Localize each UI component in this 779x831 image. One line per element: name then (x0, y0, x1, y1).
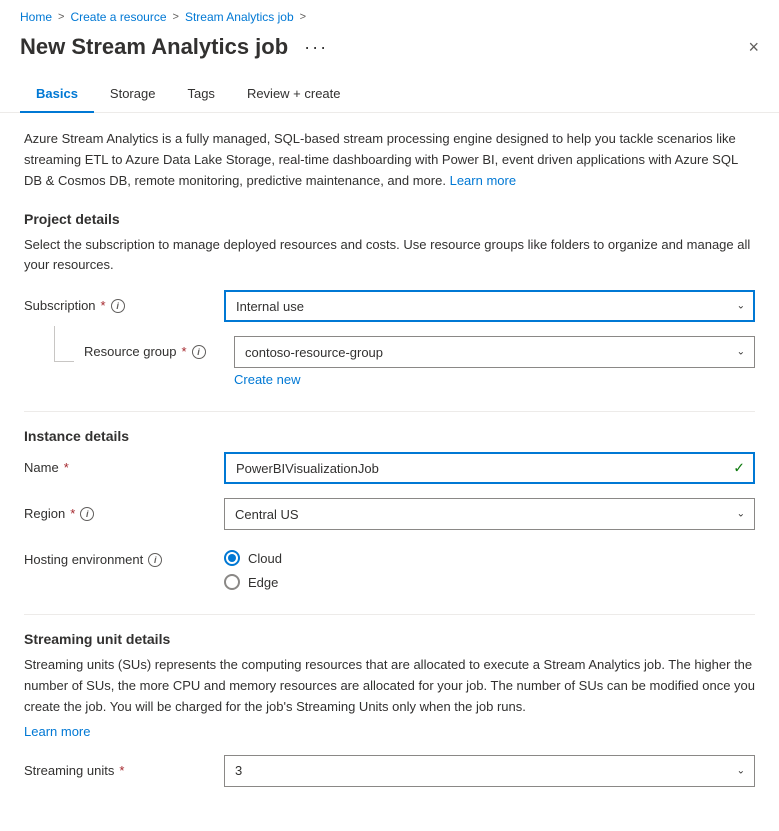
region-control: Central US East US West US West Europe ⌄ (224, 498, 755, 530)
resource-group-label-col: Resource group * i (84, 336, 234, 359)
hosting-edge-radio[interactable] (224, 574, 240, 590)
hosting-field-row: Hosting environment i Cloud Edge (24, 544, 755, 590)
breadcrumb-home[interactable]: Home (20, 10, 52, 24)
breadcrumb: Home > Create a resource > Stream Analyt… (0, 0, 779, 30)
project-details-section: Project details Select the subscription … (24, 211, 755, 387)
project-details-title: Project details (24, 211, 755, 227)
streaming-units-select-wrapper: 1 3 6 12 18 24 30 36 ⌄ (224, 755, 755, 787)
region-select-wrapper: Central US East US West US West Europe ⌄ (224, 498, 755, 530)
hosting-cloud-option[interactable]: Cloud (224, 550, 755, 566)
name-check-icon: ✓ (733, 460, 745, 477)
streaming-units-desc1: Streaming units (SUs) represents the com… (24, 655, 755, 717)
streaming-units-field-row: Streaming units * 1 3 6 12 18 24 30 36 (24, 755, 755, 787)
create-new-link[interactable]: Create new (234, 372, 300, 387)
name-required: * (64, 460, 69, 475)
hosting-edge-option[interactable]: Edge (224, 574, 755, 590)
subscription-label: Subscription * i (24, 298, 224, 313)
resource-group-connector (54, 326, 74, 362)
tab-tags[interactable]: Tags (171, 76, 230, 113)
instance-details-section: Instance details Name * ✓ Region (24, 428, 755, 590)
hosting-radio-group: Cloud Edge (224, 544, 755, 590)
resource-group-select[interactable]: contoso-resource-group Create new (234, 336, 755, 368)
divider-2 (24, 614, 755, 615)
instance-details-title: Instance details (24, 428, 755, 444)
region-info-icon[interactable]: i (80, 507, 94, 521)
name-input[interactable] (224, 452, 755, 484)
hosting-edge-label: Edge (248, 575, 278, 590)
resource-group-required: * (182, 344, 187, 359)
service-description: Azure Stream Analytics is a fully manage… (24, 129, 755, 191)
streaming-units-required: * (119, 763, 124, 778)
region-label-col: Region * i (24, 498, 224, 521)
streaming-units-label: Streaming units * (24, 763, 224, 778)
streaming-learn-more-link[interactable]: Learn more (24, 724, 755, 739)
streaming-units-title: Streaming unit details (24, 631, 755, 647)
hosting-cloud-radio[interactable] (224, 550, 240, 566)
resource-group-field-row: Resource group * i contoso-resource-grou… (24, 336, 755, 387)
page-title: New Stream Analytics job (20, 34, 288, 60)
name-input-wrapper: ✓ (224, 452, 755, 484)
hosting-cloud-label: Cloud (248, 551, 282, 566)
streaming-units-label-col: Streaming units * (24, 755, 224, 778)
subscription-info-icon[interactable]: i (111, 299, 125, 313)
breadcrumb-sep2: > (173, 11, 179, 23)
name-field-row: Name * ✓ (24, 452, 755, 484)
tab-basics[interactable]: Basics (20, 76, 94, 113)
ellipsis-button[interactable]: ··· (298, 36, 334, 58)
region-required: * (70, 506, 75, 521)
streaming-units-select[interactable]: 1 3 6 12 18 24 30 36 (224, 755, 755, 787)
breadcrumb-create-resource[interactable]: Create a resource (70, 10, 166, 24)
tab-storage[interactable]: Storage (94, 76, 172, 113)
close-button[interactable]: × (748, 38, 759, 56)
subscription-select-wrapper: Internal use Pay-As-You-Go Enterprise ⌄ (224, 290, 755, 322)
region-field-row: Region * i Central US East US West US We… (24, 498, 755, 530)
name-label-col: Name * (24, 452, 224, 475)
tabs-bar: Basics Storage Tags Review + create (0, 76, 779, 113)
resource-group-select-wrapper: contoso-resource-group Create new ⌄ (234, 336, 755, 368)
hosting-label-col: Hosting environment i (24, 544, 224, 567)
description-learn-more-link[interactable]: Learn more (450, 173, 516, 188)
resource-group-info-icon[interactable]: i (192, 345, 206, 359)
header: New Stream Analytics job ··· × (0, 30, 779, 76)
hosting-label: Hosting environment i (24, 552, 224, 567)
project-details-desc: Select the subscription to manage deploy… (24, 235, 755, 274)
breadcrumb-sep3: > (300, 11, 306, 23)
resource-group-control: contoso-resource-group Create new ⌄ Crea… (234, 336, 755, 387)
divider-1 (24, 411, 755, 412)
subscription-field-row: Subscription * i Internal use Pay-As-You… (24, 290, 755, 322)
region-select[interactable]: Central US East US West US West Europe (224, 498, 755, 530)
region-label: Region * i (24, 506, 224, 521)
name-label: Name * (24, 460, 224, 475)
hosting-control: Cloud Edge (224, 544, 755, 590)
subscription-select[interactable]: Internal use Pay-As-You-Go Enterprise (224, 290, 755, 322)
subscription-control: Internal use Pay-As-You-Go Enterprise ⌄ (224, 290, 755, 322)
resource-group-label: Resource group * i (84, 344, 234, 359)
breadcrumb-stream-analytics[interactable]: Stream Analytics job (185, 10, 294, 24)
tab-review-create[interactable]: Review + create (231, 76, 357, 113)
streaming-units-section: Streaming unit details Streaming units (… (24, 631, 755, 786)
subscription-required: * (101, 298, 106, 313)
breadcrumb-sep1: > (58, 11, 64, 23)
name-control: ✓ (224, 452, 755, 484)
hosting-info-icon[interactable]: i (148, 553, 162, 567)
title-group: New Stream Analytics job ··· (20, 34, 334, 60)
streaming-units-control: 1 3 6 12 18 24 30 36 ⌄ (224, 755, 755, 787)
main-content: Azure Stream Analytics is a fully manage… (0, 129, 779, 831)
subscription-label-col: Subscription * i (24, 290, 224, 313)
